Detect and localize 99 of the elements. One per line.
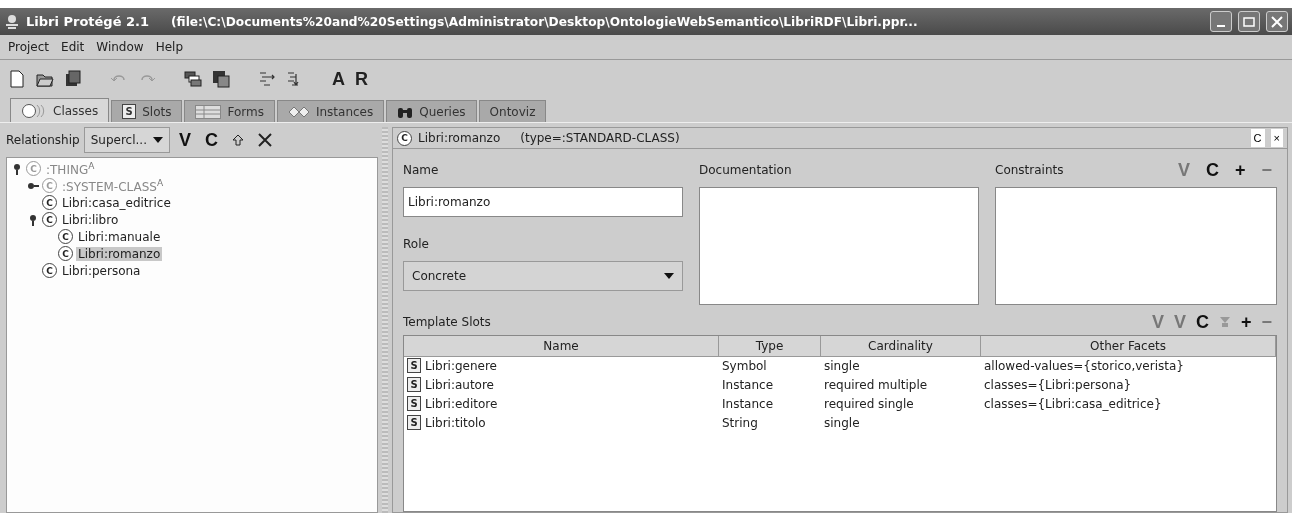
- table-cell: Libri:autore: [425, 377, 494, 392]
- close-icon: [257, 133, 272, 147]
- table-cell-text: Instance: [721, 396, 775, 411]
- menu-item[interactable]: Help: [155, 40, 183, 54]
- template-slots-label: Template Slots: [403, 315, 492, 329]
- tab-label: Ontoviz: [489, 104, 536, 119]
- class-icon: C: [42, 178, 57, 193]
- class-icon: C: [42, 212, 57, 227]
- table-cell-text: classes={Libri:casa_editrice}: [983, 396, 1163, 411]
- class-type: (type=:STANDARD-CLASS): [520, 131, 681, 145]
- slot-icon: S: [407, 358, 421, 373]
- table-cell-text: Instance: [721, 377, 775, 392]
- column-header[interactable]: Type: [719, 335, 821, 357]
- tree-item[interactable]: :THING$^{A}$: [44, 160, 97, 177]
- table-cell: Libri:genere: [425, 358, 497, 373]
- menu-item[interactable]: Window: [96, 40, 144, 54]
- cascade-icon[interactable]: [212, 70, 230, 88]
- minimize-button[interactable]: [1210, 11, 1232, 32]
- toolbar-button[interactable]: R: [355, 68, 368, 90]
- remove-icon: [1218, 316, 1231, 328]
- name-field[interactable]: Libri:romanzo: [403, 187, 683, 217]
- close-button[interactable]: [1266, 11, 1288, 32]
- new-file-icon[interactable]: [8, 70, 26, 88]
- window-title: Libri Protégé 2.1: [26, 14, 150, 29]
- class-icon: C: [26, 161, 41, 176]
- class-icon: C: [397, 130, 412, 146]
- toolbar-button[interactable]: +: [1235, 311, 1257, 333]
- app-icon: [4, 13, 20, 30]
- class-icon: C: [58, 246, 73, 261]
- class-icon: C: [58, 229, 73, 244]
- tab[interactable]: Classes: [10, 98, 110, 122]
- table-cell-text: classes={Libri:persona}: [983, 377, 1133, 392]
- toolbar-button[interactable]: V: [173, 129, 196, 151]
- role-dropdown[interactable]: Concrete: [403, 261, 683, 291]
- corner-button[interactable]: ×: [1270, 129, 1283, 147]
- toolbar-button[interactable]: A: [332, 68, 345, 90]
- class-icon: [21, 102, 47, 119]
- minimize-icon: [1217, 24, 1225, 27]
- table-cell-text: String: [721, 415, 759, 430]
- tab[interactable]: Instances: [276, 100, 385, 122]
- tab[interactable]: Ontoviz: [478, 100, 547, 122]
- documentation-label: Documentation: [699, 163, 793, 177]
- column-header[interactable]: Cardinality: [821, 335, 981, 357]
- tree-item[interactable]: Libri:libro: [60, 212, 121, 227]
- toolbar-button[interactable]: C: [1190, 311, 1214, 333]
- class-icon: C: [42, 195, 57, 210]
- tab-label: Slots: [142, 104, 172, 119]
- table-cell: Libri:editore: [425, 396, 498, 411]
- expanded-handle-icon[interactable]: [11, 162, 23, 175]
- form-icon: [195, 104, 222, 119]
- toolbar-button[interactable]: C: [199, 129, 223, 151]
- tree-item[interactable]: Libri:romanzo: [76, 246, 163, 261]
- table-cell-text: allowed-values={storico,verista}: [983, 358, 1185, 373]
- table-cell-text: single: [823, 358, 861, 373]
- table-cell-text: required multiple: [823, 377, 929, 392]
- relationship-dropdown[interactable]: Supercl...: [83, 127, 170, 153]
- tab[interactable]: S Slots: [111, 100, 183, 122]
- class-icon: C: [42, 263, 57, 278]
- slot-icon: S: [407, 377, 421, 392]
- table-cell-text: Symbol: [721, 358, 768, 373]
- close-icon: [1271, 15, 1283, 28]
- slot-icon: S: [407, 415, 421, 430]
- tab-label: Instances: [315, 104, 374, 119]
- menu-item[interactable]: Project: [8, 40, 50, 54]
- tab-label: Queries: [419, 104, 466, 119]
- expanded-handle-icon[interactable]: [27, 213, 39, 226]
- toolbar-button[interactable]: C: [1200, 159, 1224, 181]
- up-arrow-icon: [231, 134, 244, 146]
- tree-item[interactable]: Libri:manuale: [76, 229, 163, 244]
- tab-label: Forms: [227, 104, 264, 119]
- tab-label: Classes: [53, 103, 99, 118]
- tree-item[interactable]: Libri:casa_editrice: [60, 195, 173, 210]
- table-cell-text: required single: [823, 396, 915, 411]
- constraints-label: Constraints: [995, 163, 1065, 177]
- toolbar-button[interactable]: +: [1229, 159, 1251, 181]
- maximize-icon: [1243, 16, 1255, 27]
- class-title: Libri:romanzo: [418, 131, 501, 145]
- tree-item[interactable]: Libri:persona: [60, 263, 143, 278]
- tab[interactable]: Queries: [386, 100, 477, 122]
- column-header[interactable]: Name: [404, 335, 719, 357]
- maximize-button[interactable]: [1238, 11, 1260, 32]
- corner-button[interactable]: C: [1250, 129, 1265, 147]
- tab[interactable]: Forms: [184, 100, 275, 122]
- relationship-label: Relationship: [6, 133, 80, 147]
- slot-icon: S: [407, 396, 421, 411]
- tree-item[interactable]: :SYSTEM-CLASS$^{A}$: [60, 177, 166, 194]
- caret-icon: [152, 137, 163, 143]
- table-cell-text: single: [823, 415, 861, 430]
- column-header[interactable]: Other Facets: [981, 335, 1276, 357]
- windows-icon[interactable]: [184, 70, 202, 88]
- caret-icon: [664, 273, 674, 279]
- slot-icon: S: [122, 104, 137, 119]
- table-cell: Libri:titolo: [425, 415, 486, 430]
- instance-icon: [287, 105, 310, 118]
- menu-item[interactable]: Edit: [61, 40, 85, 54]
- documentation-field[interactable]: [699, 187, 979, 305]
- role-label: Role: [403, 237, 430, 251]
- file-path: (file:\C:\Documents%20and%20Settings\Administrator\Desktop\OntologieWebSemantico\LibriRDF\Libri.ppr...: [171, 14, 919, 29]
- name-label: Name: [403, 163, 440, 177]
